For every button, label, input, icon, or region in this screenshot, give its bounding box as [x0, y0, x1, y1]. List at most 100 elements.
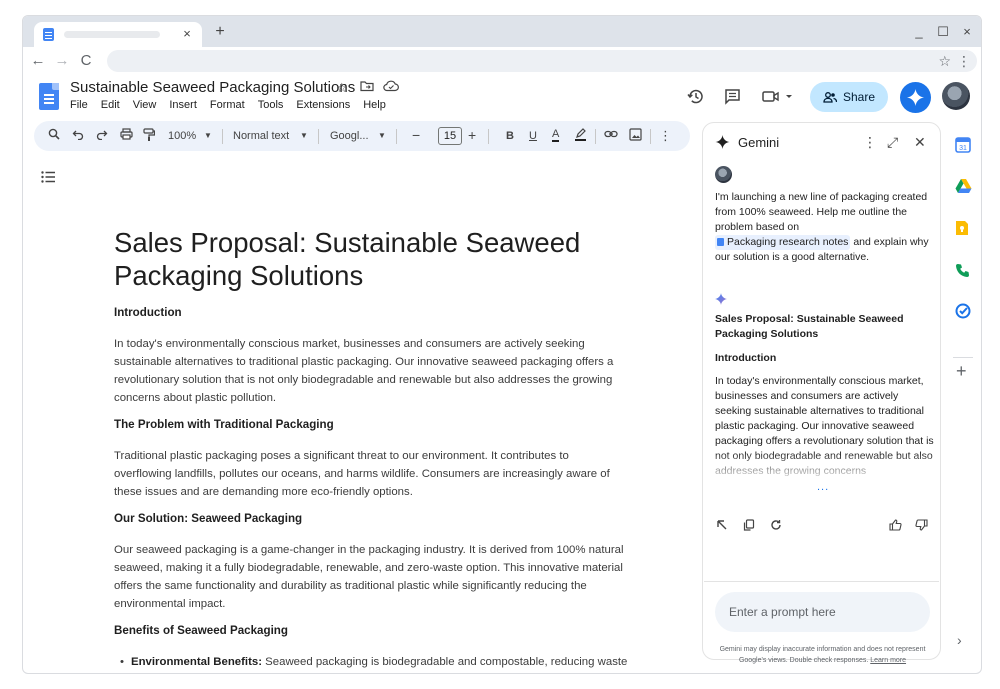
calendar-app-icon[interactable]: 31	[955, 137, 971, 153]
increase-font-size-button[interactable]: +	[468, 127, 476, 143]
gemini-logo-icon	[715, 135, 730, 150]
docs-logo-icon[interactable]	[39, 83, 59, 110]
response-title: Sales Proposal: Sustainable Seaweed Pack…	[715, 313, 904, 340]
reload-button[interactable]: C	[76, 51, 96, 71]
undo-icon[interactable]	[72, 128, 84, 140]
bullet-text: Seaweed packaging is biodegradable and c…	[262, 656, 628, 668]
response-heading: Introduction	[715, 352, 777, 364]
document-title[interactable]: Sustainable Seaweed Packaging Solutions	[70, 79, 355, 96]
section-heading: Our Solution: Seaweed Packaging	[114, 512, 303, 525]
gemini-close-icon[interactable]: ✕	[914, 134, 926, 150]
zoom-select[interactable]: 100%	[168, 128, 196, 144]
document-body[interactable]: Sales Proposal: Sustainable Seaweed Pack…	[114, 226, 629, 671]
zoom-dropdown-icon[interactable]: ▼	[204, 128, 212, 144]
gemini-button[interactable]	[900, 82, 931, 113]
toolbar-divider	[650, 129, 651, 144]
version-history-icon[interactable]	[687, 88, 704, 105]
back-button[interactable]: ←	[28, 51, 48, 71]
move-folder-icon[interactable]	[360, 80, 374, 92]
thumbs-down-icon[interactable]	[915, 519, 928, 531]
gemini-panel-title: Gemini	[738, 135, 780, 150]
text-color-button[interactable]: A	[552, 128, 560, 142]
style-select[interactable]: Normal text	[233, 128, 289, 144]
browser-menu-icon[interactable]: ⋮	[957, 52, 971, 70]
menu-extensions[interactable]: Extensions	[296, 99, 350, 111]
share-button[interactable]: Share	[810, 82, 888, 112]
comments-icon[interactable]	[724, 88, 741, 105]
gemini-more-icon[interactable]: ⋮	[863, 134, 877, 150]
new-tab-button[interactable]: +	[211, 23, 229, 41]
gemini-disclaimer: Gemini may display inaccurate informatio…	[710, 644, 935, 666]
redo-icon[interactable]	[96, 128, 108, 140]
maximize-button[interactable]: ☐	[933, 22, 953, 42]
insert-icon[interactable]	[716, 519, 728, 531]
regenerate-icon[interactable]	[770, 519, 782, 531]
decrease-font-size-button[interactable]: −	[412, 127, 420, 143]
print-icon[interactable]	[120, 128, 133, 140]
gemini-response-spark-icon	[715, 293, 727, 305]
side-panel-divider	[953, 357, 973, 358]
star-icon[interactable]: ☆	[336, 80, 348, 96]
menu-file[interactable]: File	[70, 99, 88, 111]
style-dropdown-icon[interactable]: ▼	[300, 128, 308, 144]
font-select[interactable]: Googl...	[330, 128, 369, 144]
section-heading: The Problem with Traditional Packaging	[114, 418, 334, 431]
address-row: ← → C ☆ ⋮	[23, 47, 981, 74]
prompt-text-before: I'm launching a new line of packaging cr…	[715, 191, 928, 233]
highlight-color-icon[interactable]	[574, 128, 587, 141]
prompt-area: Gemini may display inaccurate informatio…	[704, 581, 939, 664]
forward-button[interactable]: →	[52, 51, 72, 71]
get-addons-button[interactable]: +	[956, 362, 967, 380]
cloud-status-icon[interactable]	[383, 80, 399, 92]
gemini-expand-icon[interactable]: ⤢	[887, 134, 898, 150]
more-options-button[interactable]: ⋮	[659, 128, 672, 144]
expand-side-panel-icon[interactable]: ›	[957, 632, 962, 648]
keep-app-icon[interactable]	[955, 220, 971, 236]
window-close-button[interactable]: ×	[957, 22, 977, 42]
document-outline-icon[interactable]	[41, 171, 56, 183]
tab-title-placeholder	[64, 31, 160, 38]
menu-bar: File Edit View Insert Format Tools Exten…	[70, 99, 386, 111]
minimize-button[interactable]: _	[909, 22, 929, 42]
share-label: Share	[842, 90, 876, 104]
menu-edit[interactable]: Edit	[101, 99, 120, 111]
file-chip[interactable]: Packaging research notes	[715, 235, 851, 250]
font-dropdown-icon[interactable]: ▼	[378, 128, 386, 144]
thumbs-up-icon[interactable]	[889, 519, 902, 531]
tab-close-icon[interactable]: ×	[178, 25, 196, 43]
address-bar[interactable]: ☆ ⋮	[107, 50, 977, 72]
paint-format-icon[interactable]	[143, 128, 155, 141]
tasks-app-icon[interactable]	[955, 303, 971, 319]
section-paragraph: In today's environmentally conscious mar…	[114, 338, 614, 404]
font-size-input[interactable]: 15	[438, 127, 462, 145]
account-avatar[interactable]	[942, 82, 970, 110]
meet-video-icon[interactable]	[762, 88, 794, 105]
menu-view[interactable]: View	[133, 99, 157, 111]
menu-help[interactable]: Help	[363, 99, 386, 111]
doc-file-icon	[717, 238, 724, 246]
menu-insert[interactable]: Insert	[169, 99, 197, 111]
learn-more-link[interactable]: Learn more	[870, 657, 906, 664]
browser-window: × + _ ☐ × ← → C ☆ ⋮ Sustainable Seaweed …	[22, 15, 982, 674]
bold-button[interactable]: B	[506, 128, 514, 144]
response-body: In today's environmentally conscious mar…	[715, 375, 934, 477]
gemini-response: Sales Proposal: Sustainable Seaweed Pack…	[715, 312, 935, 479]
menu-format[interactable]: Format	[210, 99, 245, 111]
toolbar-divider	[222, 129, 223, 144]
prompt-input[interactable]	[715, 592, 930, 632]
browser-tab[interactable]: ×	[34, 22, 202, 47]
search-menus-icon[interactable]	[48, 128, 60, 140]
toolbar-divider	[396, 129, 397, 144]
toolbar-divider	[488, 129, 489, 144]
insert-link-icon[interactable]	[604, 128, 618, 140]
bookmark-star-icon[interactable]: ☆	[938, 52, 951, 70]
tab-strip: × + _ ☐ ×	[23, 16, 981, 47]
insert-image-icon[interactable]	[629, 128, 642, 141]
copy-icon[interactable]	[743, 519, 755, 531]
voice-app-icon[interactable]	[955, 262, 971, 278]
show-more-button[interactable]: ...	[817, 481, 829, 493]
underline-button[interactable]: U	[529, 128, 537, 144]
svg-text:31: 31	[959, 145, 967, 152]
drive-app-icon[interactable]	[955, 178, 972, 194]
menu-tools[interactable]: Tools	[258, 99, 284, 111]
